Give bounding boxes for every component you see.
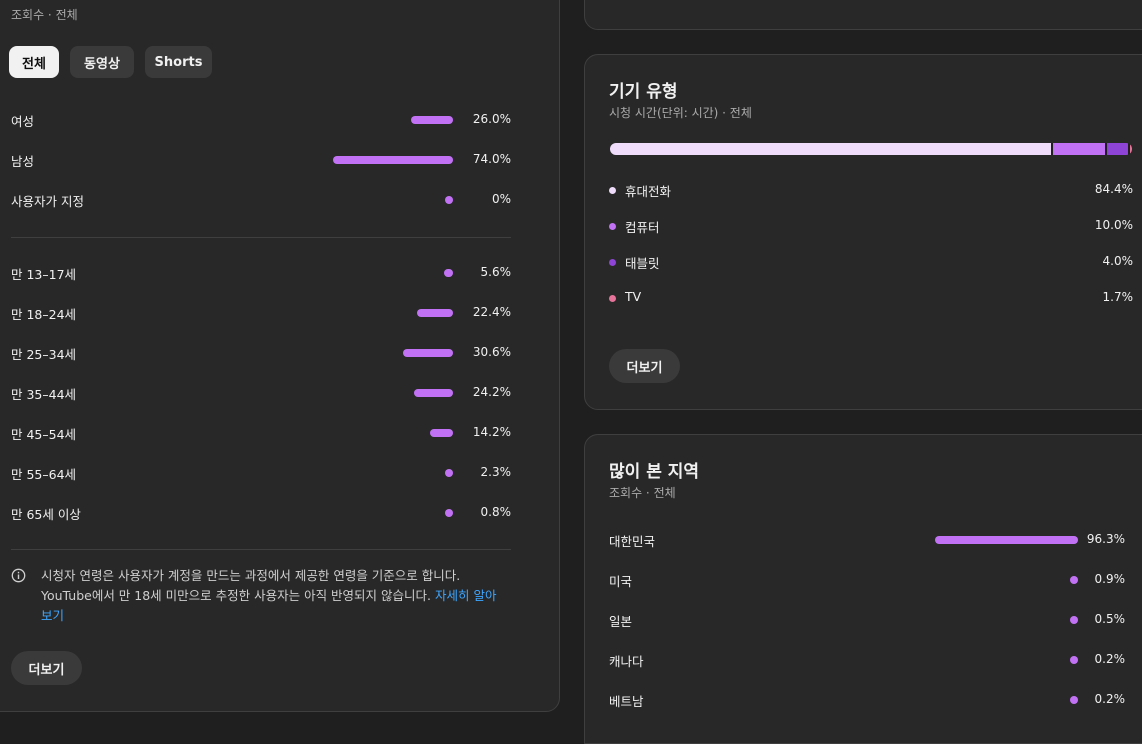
gender-row-bar [410,116,453,124]
chip-videos[interactable]: 동영상 [70,46,134,78]
region-row-bar [1070,656,1078,664]
gender-row-label: 사용자가 지정 [11,194,84,209]
region-row-bar [1070,696,1078,704]
gender-row-label: 남성 [11,154,35,169]
device-card-subtitle: 시청 시간(단위: 시간) · 전체 [609,106,752,120]
gender-row-value: 26.0% [472,112,511,126]
age-row-value: 24.2% [472,385,511,399]
age-row-bar [445,469,453,477]
age-row-bar [413,389,453,397]
region-row-value: 96.3% [1086,532,1125,546]
device-legend-label: 컴퓨터 [625,220,660,235]
section-divider [11,549,511,550]
info-line-1: 시청자 연령은 사용자가 계정을 만드는 과정에서 제공한 연령을 기준으로 합… [41,568,461,583]
gender-row-bar [333,156,453,164]
age-row-value: 0.8% [480,505,512,519]
device-card-title: 기기 유형 [609,82,678,102]
info-line-2: YouTube에서 만 18세 미만으로 추정한 사용자는 아직 반영되지 않습… [41,586,511,606]
age-row-label: 만 35–44세 [11,387,77,402]
age-row-value: 2.3% [480,465,512,479]
age-row-value: 30.6% [472,345,511,359]
learn-more-link-cont[interactable]: 보기 [41,606,511,626]
chip-shorts[interactable]: Shorts [145,46,212,78]
info-icon [11,568,26,583]
region-row-value: 0.2% [1094,652,1126,666]
device-stacked-bar [610,143,1132,155]
device-legend-dot [609,187,616,194]
region-row-value: 0.5% [1094,612,1126,626]
region-row-label: 캐나다 [609,654,644,669]
region-row-bar [1070,616,1078,624]
device-legend-dot [609,295,616,302]
region-row-bar [1070,576,1078,584]
region-row-value: 0.2% [1094,692,1126,706]
device-legend-value: 84.4% [1094,182,1133,196]
region-row-value: 0.9% [1094,572,1126,586]
region-row-label: 베트남 [609,694,644,709]
age-row-label: 만 13–17세 [11,267,77,282]
gender-row-value: 74.0% [472,152,511,166]
device-legend-dot [609,223,616,230]
device-legend-value: 4.0% [1102,254,1134,268]
region-card-subtitle: 조회수 · 전체 [609,486,676,500]
age-row-bar [443,269,453,277]
age-row-label: 만 18–24세 [11,307,77,322]
learn-more-link[interactable]: 자세히 알아 [435,588,496,603]
device-legend-value: 10.0% [1094,218,1133,232]
age-row-value: 14.2% [472,425,511,439]
age-row-label: 만 65세 이상 [11,507,81,522]
gender-row-value: 0% [491,192,511,206]
region-row-label: 일본 [609,614,633,629]
gender-row-bar [445,196,453,204]
region-card-title: 많이 본 지역 [609,462,700,482]
chip-all[interactable]: 전체 [9,46,59,78]
age-row-value: 22.4% [472,305,511,319]
device-legend-label: 휴대전화 [625,184,672,199]
age-row-label: 만 45–54세 [11,427,77,442]
region-row-label: 미국 [609,574,633,589]
age-row-label: 만 25–34세 [11,347,77,362]
section-divider [11,237,511,238]
age-row-bar [429,429,453,437]
demographics-more-button[interactable]: 더보기 [11,651,82,685]
device-legend-label: TV [625,289,642,304]
age-row-label: 만 55–64세 [11,467,77,482]
device-segment-2 [1107,143,1128,155]
age-row-value: 5.6% [480,265,512,279]
previous-card-edge [584,0,1142,30]
age-info-note: 시청자 연령은 사용자가 계정을 만드는 과정에서 제공한 연령을 기준으로 합… [41,566,511,626]
region-row-bar [934,536,1078,544]
device-legend-dot [609,259,616,266]
age-row-bar [416,309,453,317]
age-row-bar [403,349,453,357]
age-row-bar [445,509,453,517]
device-legend-label: 태블릿 [625,256,660,271]
demographics-subtitle: 조회수 · 전체 [11,8,78,22]
gender-row-label: 여성 [11,114,35,129]
device-more-button[interactable]: 더보기 [609,349,680,383]
device-segment-1 [1053,143,1105,155]
region-row-label: 대한민국 [609,534,656,549]
device-segment-0 [610,143,1051,155]
info-line-2-text: YouTube에서 만 18세 미만으로 추정한 사용자는 아직 반영되지 않습… [41,588,431,603]
device-legend-value: 1.7% [1102,290,1134,304]
